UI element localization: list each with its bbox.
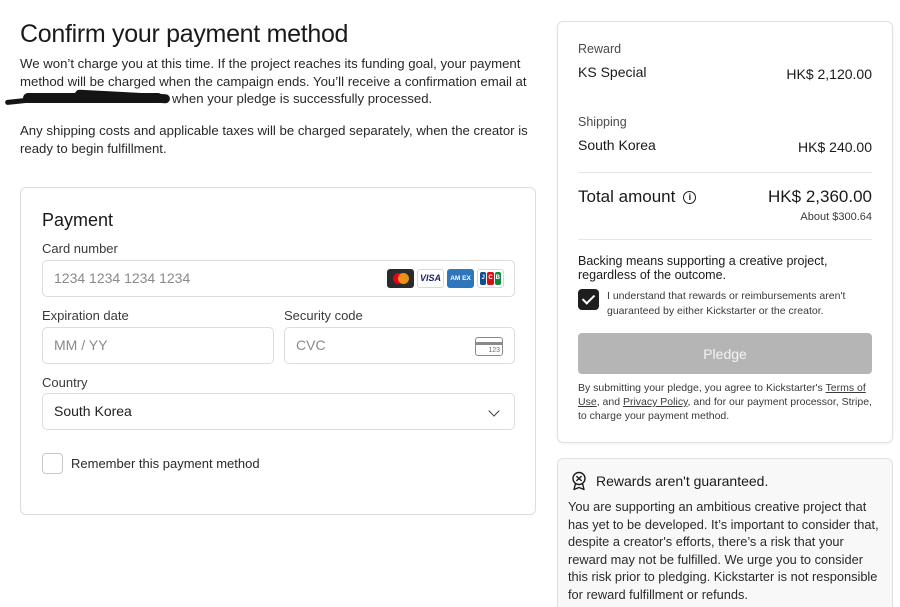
jcb-letter-j: J <box>480 272 487 285</box>
security-code-placeholder: CVC <box>296 337 326 353</box>
jcb-icon: J C B <box>477 269 504 288</box>
redacted-email <box>4 89 171 106</box>
expiration-placeholder: MM / YY <box>54 337 108 353</box>
agree-text: I understand that rewards or reimburseme… <box>607 290 846 317</box>
payment-card: Payment Card number 1234 1234 1234 1234 … <box>20 187 536 515</box>
expiration-input[interactable]: MM / YY <box>42 327 274 364</box>
jcb-letter-b: B <box>494 272 501 285</box>
intro-text: We won’t charge you at this time. If the… <box>4 55 536 108</box>
reward-label: Reward <box>578 42 622 56</box>
agree-checkbox[interactable] <box>578 289 599 310</box>
pledge-button[interactable]: Pledge <box>578 333 872 374</box>
card-brands: VISA AM EX J C B <box>387 269 504 288</box>
terms-part1: By submitting your pledge, you agree to … <box>578 382 823 394</box>
expiration-label: Expiration date <box>42 308 129 323</box>
reward-name: KS Special <box>578 64 647 80</box>
intro-text-part1: We won’t charge you at this time. If the… <box>20 56 527 89</box>
card-number-input[interactable]: 1234 1234 1234 1234 VISA AM EX J C B <box>42 260 515 297</box>
card-number-label: Card number <box>42 241 118 256</box>
agree-row[interactable]: I understand that rewards or reimburseme… <box>578 289 867 319</box>
security-code-input[interactable]: CVC 123 <box>284 327 515 364</box>
terms-text: By submitting your pledge, you agree to … <box>578 381 874 423</box>
shipping-note: Any shipping costs and applicable taxes … <box>20 123 528 156</box>
total-about: About $300.64 <box>800 211 872 223</box>
info-icon[interactable]: i <box>683 190 697 204</box>
warning-header: Rewards aren't guaranteed. <box>570 471 768 491</box>
country-label: Country <box>42 375 88 390</box>
page-title: Confirm your payment method <box>20 20 349 48</box>
country-value: South Korea <box>54 403 132 419</box>
intro-text-part2: when your pledge is successfully process… <box>172 91 433 106</box>
warning-title: Rewards aren't guaranteed. <box>596 473 769 489</box>
cvc-card-icon: 123 <box>475 337 503 356</box>
reward-amount: HK$ 2,120.00 <box>786 66 872 82</box>
backing-note: Backing means supporting a creative proj… <box>578 254 828 282</box>
warning-body: You are supporting an ambitious creative… <box>568 499 879 602</box>
total-label: Total amount <box>578 187 676 206</box>
shipping-destination: South Korea <box>578 137 656 153</box>
visa-icon: VISA <box>417 269 444 288</box>
amex-icon: AM EX <box>447 269 474 288</box>
summary-divider <box>578 172 872 173</box>
privacy-policy-link[interactable]: Privacy Policy <box>623 396 688 408</box>
shipping-amount: HK$ 240.00 <box>798 139 872 155</box>
payment-heading: Payment <box>42 210 114 230</box>
rewards-warning: Rewards aren't guaranteed. You are suppo… <box>557 458 893 607</box>
jcb-letter-c: C <box>487 272 494 285</box>
remember-payment-row[interactable]: Remember this payment method <box>42 453 260 474</box>
total-amount: HK$ 2,360.00 <box>768 187 872 206</box>
chevron-down-icon <box>488 405 500 417</box>
cvc-icon-number: 123 <box>488 347 500 354</box>
ribbon-badge-icon <box>572 471 586 491</box>
terms-part2: , and <box>596 396 621 408</box>
remember-label: Remember this payment method <box>71 456 260 471</box>
mastercard-icon <box>387 269 414 288</box>
total-label-row: Total amount i <box>578 187 697 207</box>
country-select[interactable]: South Korea <box>42 393 515 430</box>
remember-checkbox[interactable] <box>42 453 63 474</box>
card-number-placeholder: 1234 1234 1234 1234 <box>54 270 191 286</box>
shipping-label: Shipping <box>578 115 627 129</box>
total-divider <box>578 239 872 240</box>
pledge-summary: Reward KS Special HK$ 2,120.00 Shipping … <box>557 21 893 443</box>
security-code-label: Security code <box>284 308 363 323</box>
